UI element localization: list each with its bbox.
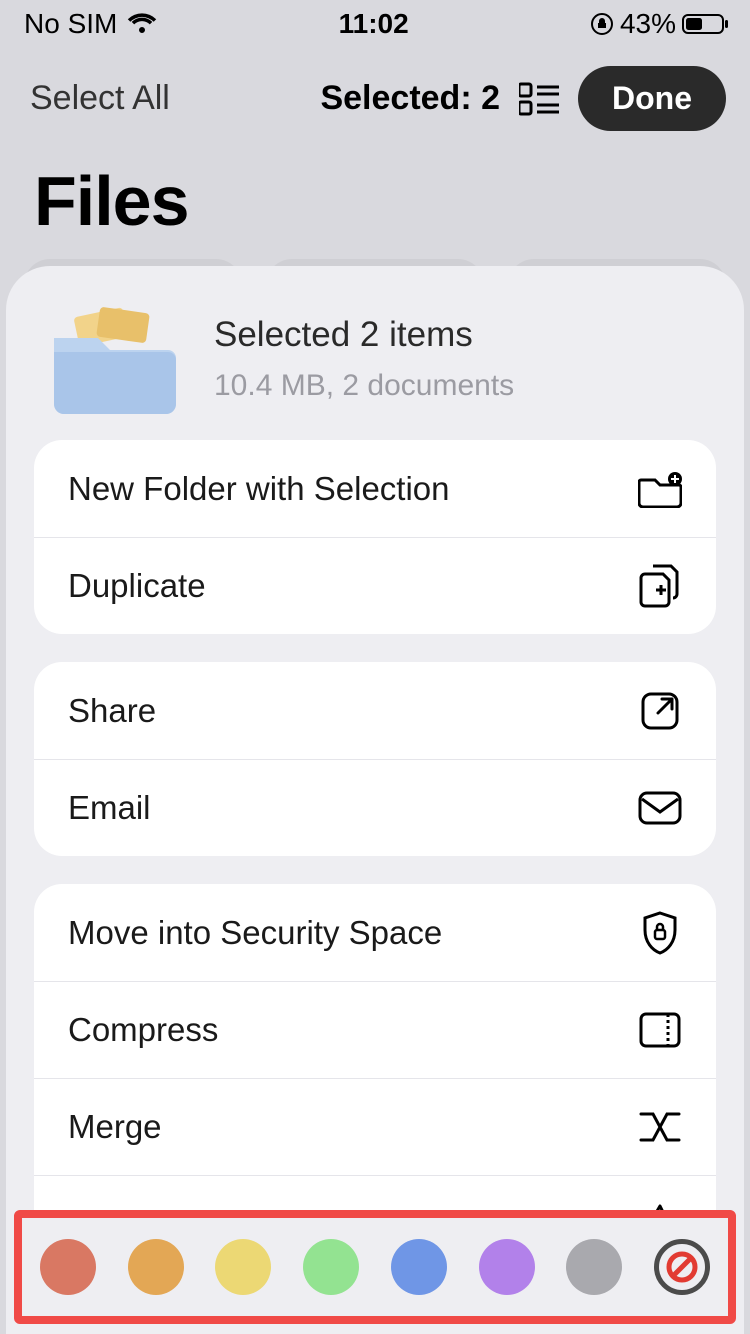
folder-icon bbox=[46, 304, 176, 414]
share-action[interactable]: Share bbox=[34, 662, 716, 759]
duplicate-icon bbox=[638, 564, 682, 608]
mail-icon bbox=[638, 786, 682, 830]
selected-count: Selected: 2 bbox=[320, 79, 500, 118]
battery-icon bbox=[682, 12, 730, 36]
action-label: Duplicate bbox=[68, 567, 206, 605]
email-action[interactable]: Email bbox=[34, 759, 716, 856]
share-icon bbox=[638, 689, 682, 733]
action-label: New Folder with Selection bbox=[68, 470, 450, 508]
duplicate-action[interactable]: Duplicate bbox=[34, 537, 716, 634]
nav-bar: Select All Selected: 2 Done bbox=[0, 48, 750, 131]
tag-purple[interactable] bbox=[479, 1239, 535, 1295]
tag-green[interactable] bbox=[303, 1239, 359, 1295]
security-space-action[interactable]: Move into Security Space bbox=[34, 884, 716, 981]
action-group: Share Email bbox=[34, 662, 716, 856]
action-label: Email bbox=[68, 789, 151, 827]
status-left: No SIM bbox=[24, 8, 157, 40]
orientation-lock-icon bbox=[590, 12, 614, 36]
color-tag-bar bbox=[14, 1210, 736, 1324]
status-bar: No SIM 11:02 43% bbox=[0, 0, 750, 48]
new-folder-action[interactable]: New Folder with Selection bbox=[34, 440, 716, 537]
status-time: 11:02 bbox=[339, 8, 409, 40]
selection-summary: Selected 2 items 10.4 MB, 2 documents bbox=[6, 296, 744, 440]
sim-status: No SIM bbox=[24, 8, 117, 40]
merge-action[interactable]: Merge bbox=[34, 1078, 716, 1175]
summary-heading: Selected 2 items bbox=[214, 315, 514, 355]
select-all-button[interactable]: Select All bbox=[30, 79, 170, 118]
action-label: Move into Security Space bbox=[68, 914, 442, 952]
action-label: Merge bbox=[68, 1108, 162, 1146]
compress-action[interactable]: Compress bbox=[34, 981, 716, 1078]
action-label: Compress bbox=[68, 1011, 218, 1049]
page-title: Files bbox=[0, 131, 750, 259]
action-sheet: Selected 2 items 10.4 MB, 2 documents Ne… bbox=[6, 266, 744, 1334]
view-toggle-icon[interactable] bbox=[518, 78, 560, 120]
tag-grey[interactable] bbox=[566, 1239, 622, 1295]
action-group: New Folder with Selection Duplicate bbox=[34, 440, 716, 634]
folder-plus-icon bbox=[638, 467, 682, 511]
tag-blue[interactable] bbox=[391, 1239, 447, 1295]
tag-clear-button[interactable] bbox=[654, 1239, 710, 1295]
merge-icon bbox=[638, 1105, 682, 1149]
shield-lock-icon bbox=[638, 911, 682, 955]
summary-detail: 10.4 MB, 2 documents bbox=[214, 369, 514, 403]
wifi-icon bbox=[127, 12, 157, 36]
status-right: 43% bbox=[590, 8, 730, 40]
done-button[interactable]: Done bbox=[578, 66, 726, 131]
tag-red[interactable] bbox=[40, 1239, 96, 1295]
tag-yellow[interactable] bbox=[215, 1239, 271, 1295]
battery-percent: 43% bbox=[620, 8, 676, 40]
action-label: Share bbox=[68, 692, 156, 730]
archive-icon bbox=[638, 1008, 682, 1052]
tag-orange[interactable] bbox=[128, 1239, 184, 1295]
